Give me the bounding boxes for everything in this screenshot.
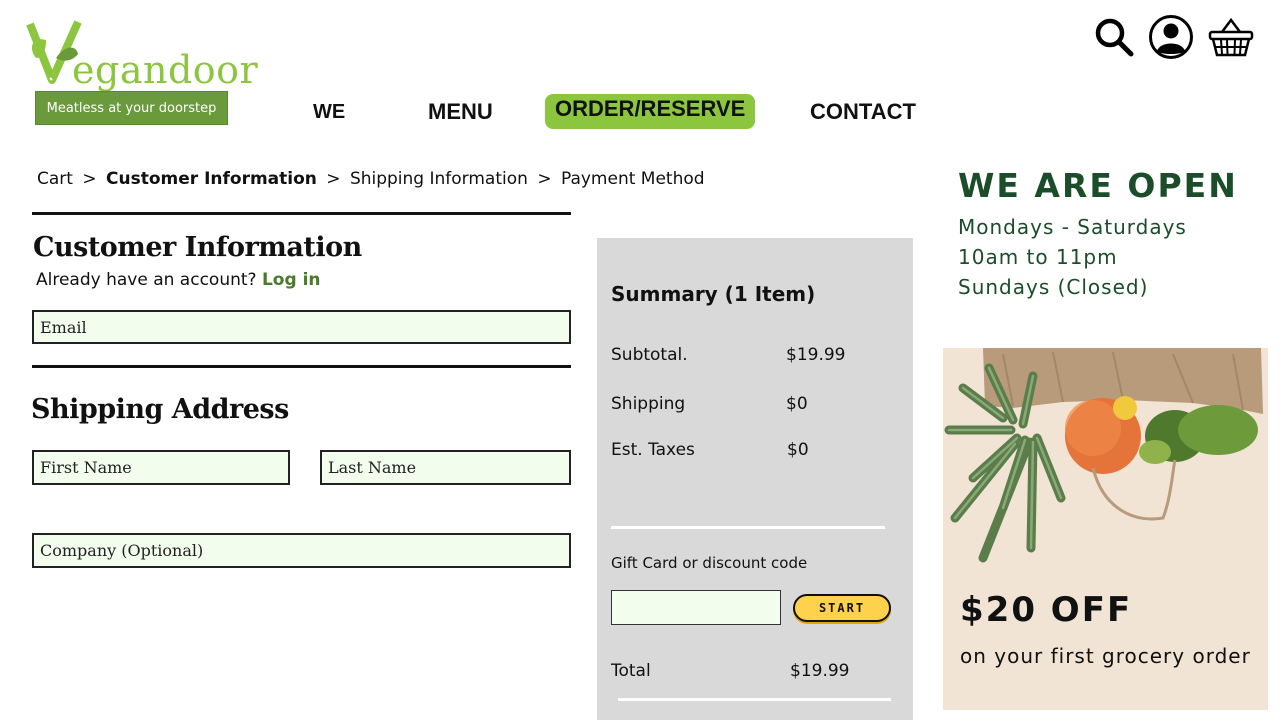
logo-text: egandoor bbox=[72, 48, 259, 92]
header-icons bbox=[1094, 14, 1254, 60]
nav-menu[interactable]: MENU bbox=[428, 99, 493, 125]
hours-sunday: Sundays (Closed) bbox=[958, 275, 1149, 299]
customer-info-title: Customer Information bbox=[33, 232, 362, 263]
logo-wordmark: egandoor bbox=[26, 18, 258, 93]
start-button[interactable]: START bbox=[793, 594, 891, 622]
subtotal-label: Subtotal. bbox=[611, 345, 688, 365]
breadcrumb: Cart > Customer Information > Shipping I… bbox=[37, 169, 705, 189]
email-field[interactable] bbox=[32, 310, 571, 344]
summary-divider bbox=[618, 698, 891, 701]
brand-logo[interactable]: egandoor Meatless at your doorstep bbox=[26, 18, 258, 128]
breadcrumb-cart[interactable]: Cart bbox=[37, 169, 73, 189]
shopping-basket-icon[interactable] bbox=[1208, 16, 1254, 58]
breadcrumb-separator: > bbox=[326, 169, 341, 189]
hours-days: Mondays - Saturdays bbox=[958, 215, 1187, 239]
taxes-label: Est. Taxes bbox=[611, 440, 695, 460]
breadcrumb-payment-method[interactable]: Payment Method bbox=[561, 169, 705, 189]
nav-order-reserve[interactable]: ORDER/RESERVE bbox=[545, 94, 756, 129]
breadcrumb-shipping-info[interactable]: Shipping Information bbox=[350, 169, 528, 189]
promo-subtitle: on your first grocery order bbox=[960, 644, 1251, 668]
logo-tagline: Meatless at your doorstep bbox=[35, 91, 228, 125]
grocery-bag-image bbox=[943, 348, 1268, 588]
login-link[interactable]: Log in bbox=[262, 270, 321, 290]
total-row: Total $19.99 bbox=[611, 661, 871, 681]
shipping-value: $0 bbox=[786, 394, 808, 414]
subtotal-value: $19.99 bbox=[786, 345, 846, 365]
shipping-address-title: Shipping Address bbox=[31, 394, 289, 425]
account-prompt: Already have an account? Log in bbox=[36, 270, 321, 290]
breadcrumb-separator: > bbox=[82, 169, 97, 189]
nav-contact[interactable]: CONTACT bbox=[810, 99, 916, 125]
last-name-field[interactable] bbox=[320, 450, 571, 485]
nav-we[interactable]: WE bbox=[313, 101, 345, 124]
company-field[interactable] bbox=[32, 533, 571, 568]
order-summary-panel: Summary (1 Item) Subtotal. $19.99 Shippi… bbox=[597, 238, 913, 720]
hours-title: WE ARE OPEN bbox=[958, 166, 1238, 205]
breadcrumb-separator: > bbox=[537, 169, 552, 189]
taxes-row: Est. Taxes $0 bbox=[611, 440, 871, 460]
promo-card[interactable]: $20 OFF on your first grocery order bbox=[943, 348, 1268, 710]
shipping-label: Shipping bbox=[611, 394, 686, 414]
divider bbox=[32, 365, 571, 368]
total-value: $19.99 bbox=[790, 661, 850, 681]
taxes-value: $0 bbox=[787, 440, 809, 460]
user-account-icon[interactable] bbox=[1148, 14, 1194, 60]
first-name-field[interactable] bbox=[32, 450, 290, 485]
shipping-row: Shipping $0 bbox=[611, 394, 871, 414]
summary-divider bbox=[611, 526, 885, 529]
summary-title: Summary (1 Item) bbox=[611, 282, 816, 306]
divider bbox=[32, 212, 571, 215]
breadcrumb-customer-info: Customer Information bbox=[106, 169, 317, 189]
subtotal-row: Subtotal. $19.99 bbox=[611, 345, 871, 365]
discount-code-input[interactable] bbox=[611, 590, 781, 625]
account-prompt-text: Already have an account? bbox=[36, 270, 257, 290]
total-label: Total bbox=[611, 661, 651, 681]
search-icon[interactable] bbox=[1094, 17, 1134, 57]
gift-card-label: Gift Card or discount code bbox=[611, 554, 808, 572]
hours-time: 10am to 11pm bbox=[958, 245, 1118, 269]
promo-title: $20 OFF bbox=[960, 590, 1133, 630]
